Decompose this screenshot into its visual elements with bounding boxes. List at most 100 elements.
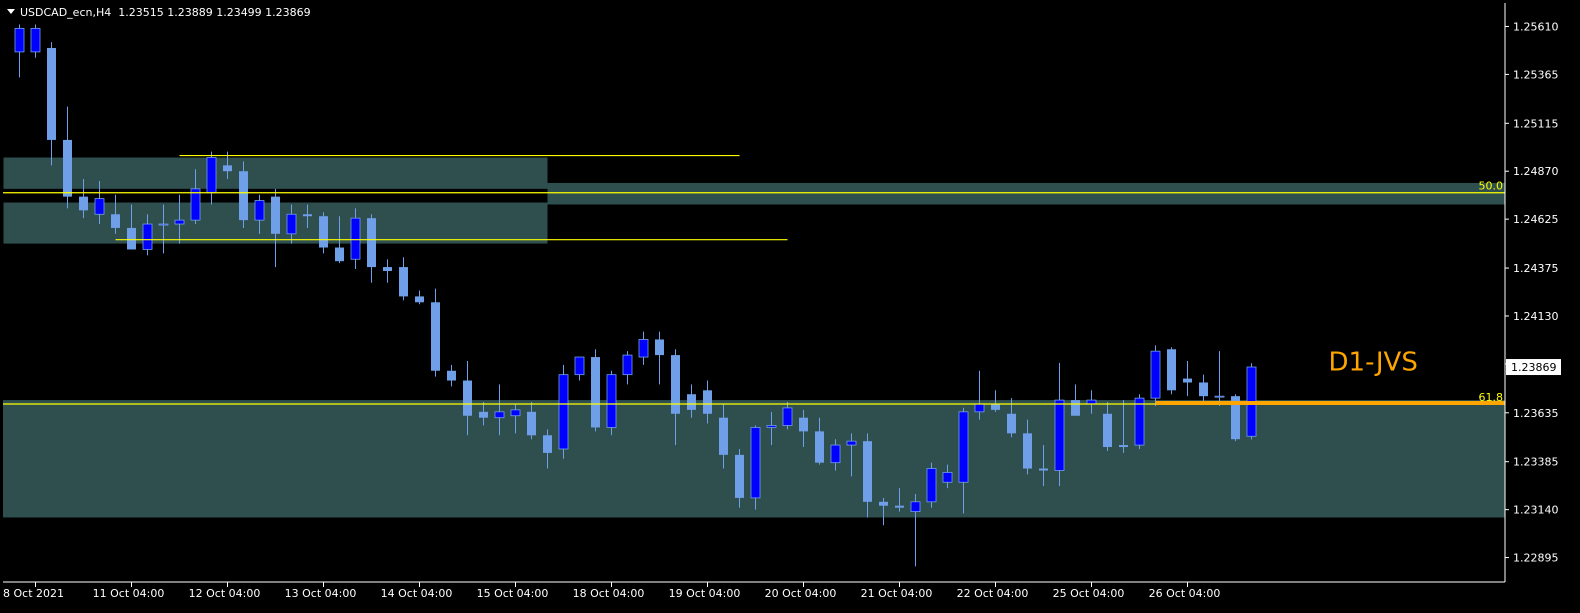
candle-body: [607, 375, 616, 428]
candle-body: [463, 381, 472, 416]
candle-body: [1215, 396, 1224, 397]
candle-body: [399, 267, 408, 296]
candle-body: [303, 214, 312, 216]
candle-body: [223, 165, 232, 171]
candle-body: [447, 371, 456, 381]
candle-body: [879, 502, 888, 506]
candle-body: [799, 418, 808, 432]
candle-body: [79, 197, 88, 211]
candle-body: [527, 412, 536, 435]
candle-body: [191, 189, 200, 220]
x-tick-label: 20 Oct 04:00: [765, 587, 837, 600]
candle-body: [591, 357, 600, 427]
candle-body: [1071, 400, 1080, 416]
candle-body: [15, 28, 24, 51]
candle-body: [1135, 398, 1144, 445]
candle-body: [335, 248, 344, 262]
fib-label-50.0: 50.0: [1479, 180, 1504, 193]
y-tick-label: 1.24375: [1513, 262, 1559, 275]
y-tick-label: 1.24130: [1513, 310, 1559, 323]
candle-body: [95, 199, 104, 215]
candle-body: [1199, 382, 1208, 396]
x-tick-label: 12 Oct 04:00: [189, 587, 261, 600]
candle-body: [623, 355, 632, 375]
symbol-line: USDCAD_ecn,H4 1.23515 1.23889 1.23499 1.…: [20, 6, 311, 19]
y-tick-label: 1.22895: [1513, 552, 1559, 565]
zone-2: [548, 183, 1506, 205]
candle-body: [863, 441, 872, 502]
candle-body: [511, 410, 520, 416]
candle-body: [319, 216, 328, 247]
candle-body: [239, 171, 248, 220]
candle-body: [559, 375, 568, 449]
y-tick-label: 1.25610: [1513, 20, 1559, 33]
x-tick-label: 11 Oct 04:00: [93, 587, 165, 600]
candle-body: [47, 48, 56, 140]
candle-body: [719, 418, 728, 455]
x-tick-label: 18 Oct 04:00: [573, 587, 645, 600]
candle-body: [703, 390, 712, 413]
candle-body: [959, 412, 968, 482]
chart-header: USDCAD_ecn,H4 1.23515 1.23889 1.23499 1.…: [7, 6, 311, 19]
x-tick-label: 8 Oct 2021: [3, 587, 64, 600]
candle-body: [207, 158, 216, 193]
x-tick-label: 13 Oct 04:00: [285, 587, 357, 600]
y-tick-label: 1.24625: [1513, 213, 1559, 226]
candle-body: [383, 267, 392, 271]
x-tick-label: 14 Oct 04:00: [381, 587, 453, 600]
candle-body: [655, 339, 664, 355]
candle-body: [431, 302, 440, 370]
y-tick-label: 1.24870: [1513, 165, 1559, 178]
candle-body: [127, 228, 136, 250]
candle-body: [767, 426, 776, 428]
candle-body: [367, 218, 376, 267]
candle-body: [1007, 414, 1016, 434]
y-tick-label: 1.23140: [1513, 504, 1559, 517]
current-price-text: 1.23869: [1511, 361, 1557, 374]
candle-body: [847, 441, 856, 445]
candle-body: [543, 435, 552, 453]
y-tick-label: 1.25365: [1513, 68, 1559, 81]
candle-body: [287, 214, 296, 234]
y-tick-label: 1.23385: [1513, 456, 1559, 469]
chart-background: [0, 0, 1580, 609]
candle-body: [687, 394, 696, 410]
candle-body: [895, 506, 904, 508]
candle-body: [255, 201, 264, 221]
candle-body: [63, 140, 72, 197]
candle-body: [735, 455, 744, 498]
x-tick-label: 22 Oct 04:00: [957, 587, 1029, 600]
x-tick-label: 19 Oct 04:00: [669, 587, 741, 600]
x-tick-label: 25 Oct 04:00: [1053, 587, 1125, 600]
candle-body: [31, 28, 40, 51]
candle-body: [751, 427, 760, 497]
x-tick-label: 15 Oct 04:00: [477, 587, 549, 600]
zone-0: [4, 158, 548, 189]
price-chart[interactable]: 50.061.8 D1-JVS ✓ 1.256101.253651.251151…: [0, 0, 1580, 609]
candle-body: [495, 412, 504, 418]
candle-body: [1167, 349, 1176, 390]
candle-body: [975, 404, 984, 412]
candle-body: [991, 404, 1000, 410]
candle-body: [1055, 400, 1064, 470]
candle-body: [351, 218, 360, 259]
candle-body: [671, 355, 680, 414]
candle-body: [1183, 379, 1192, 383]
candle-body: [143, 224, 152, 249]
candle-body: [783, 408, 792, 426]
candle-body: [415, 296, 424, 302]
candle-body: [639, 339, 648, 357]
candle-body: [1119, 445, 1128, 447]
candle-body: [575, 357, 584, 375]
candle-body: [159, 224, 168, 225]
candle-body: [943, 472, 952, 482]
y-tick-label: 1.23635: [1513, 407, 1559, 420]
candle-body: [1023, 433, 1032, 468]
candle-body: [815, 431, 824, 462]
x-tick-label: 26 Oct 04:00: [1149, 587, 1221, 600]
candle-body: [927, 469, 936, 502]
candle-body: [479, 412, 488, 418]
candle-body: [111, 214, 120, 228]
candle-body: [175, 220, 184, 224]
x-tick-label: 21 Oct 04:00: [861, 587, 933, 600]
